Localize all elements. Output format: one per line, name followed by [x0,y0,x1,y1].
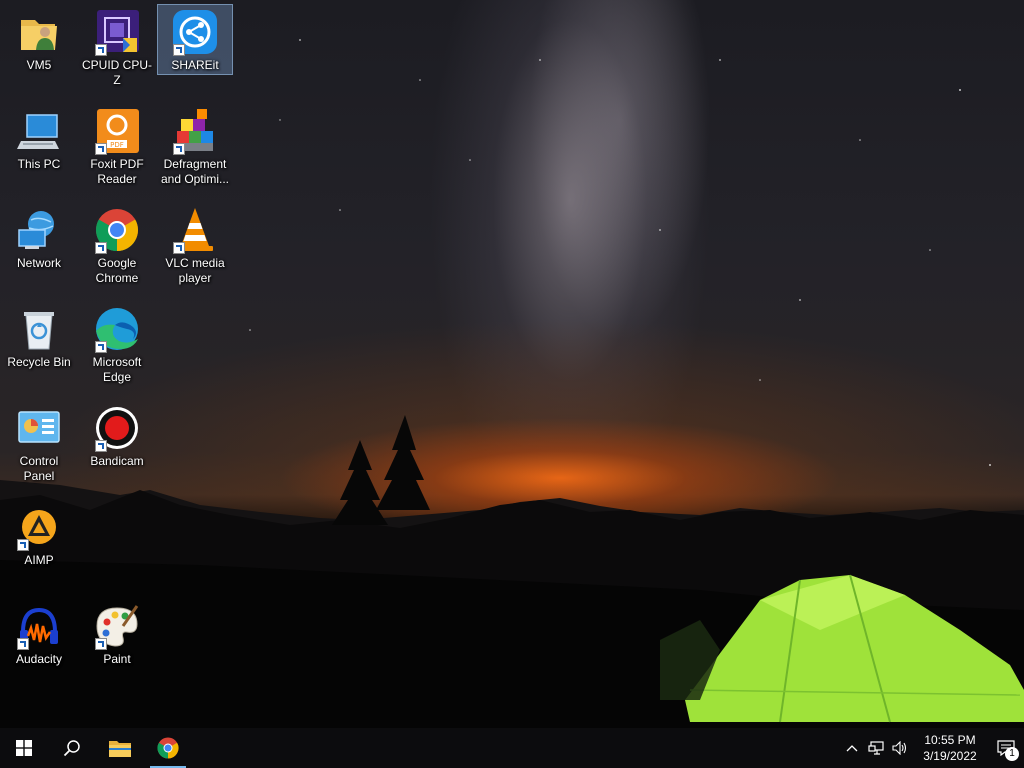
desktop-icon-network[interactable]: Network [1,202,77,292]
shortcut-arrow-icon [95,638,107,650]
icon-label: Paint [103,652,131,666]
desktop-icon-paint[interactable]: Paint [79,598,155,688]
network-wired-icon [868,741,884,755]
shortcut-arrow-icon [95,242,107,254]
foxit-pdf-icon: PDF [93,107,141,155]
show-hidden-icons-button[interactable] [840,728,864,768]
taskbar: 10:55 PM 3/19/2022 1 [0,728,1024,768]
icon-label: Network [16,256,61,270]
clock-date: 3/19/2022 [923,749,977,763]
desktop-icon-vm5[interactable]: VM5 [1,4,77,94]
desktop-icon-google-chrome[interactable]: Google Chrome [79,202,155,292]
svg-text:PDF: PDF [110,141,124,149]
desktop-icon-this-pc[interactable]: This PC [1,103,77,193]
icon-label: Audacity [15,652,63,666]
icon-label: Defragment and Optimi... [160,157,230,186]
shortcut-arrow-icon [95,143,107,155]
network-globe-icon [15,206,63,254]
vlc-cone-icon [171,206,219,254]
icon-label: Foxit PDF Reader [90,157,144,186]
shortcut-arrow-icon [95,44,107,56]
icon-label: VLC media player [165,256,225,285]
user-folder-icon [15,8,63,56]
action-center-button[interactable]: 1 [988,728,1024,768]
shortcut-arrow-icon [173,44,185,56]
icon-label: AIMP [24,553,54,567]
shortcut-arrow-icon [95,341,107,353]
desktop-icon-vlc[interactable]: VLC media player [157,202,233,292]
desktop-icon-microsoft-edge[interactable]: Microsoft Edge [79,301,155,391]
icon-label: VM5 [26,58,52,72]
aimp-icon [15,503,63,551]
speaker-icon [892,741,907,755]
system-tray: 10:55 PM 3/19/2022 1 [840,728,1024,768]
desktop-icon-shareit[interactable]: SHAREit [157,4,233,75]
start-button[interactable] [0,728,48,768]
icon-label: Microsoft Edge [92,355,142,384]
shareit-icon [171,8,219,56]
search-button[interactable] [48,728,96,768]
computer-icon [15,107,63,155]
file-explorer-icon [109,741,131,757]
desktop-icon-audacity[interactable]: Audacity [1,598,77,688]
shortcut-arrow-icon [173,242,185,254]
edge-icon [93,305,141,353]
paint-palette-icon [93,602,141,650]
desktop-icon-cpuz[interactable]: CPUID CPU-Z [79,4,155,94]
chrome-icon [93,206,141,254]
control-panel-icon [15,404,63,452]
clock[interactable]: 10:55 PM 3/19/2022 [912,732,988,764]
icon-label: Google Chrome [95,256,139,285]
chrome-taskbar-button[interactable] [144,728,192,768]
chevron-up-icon [846,745,858,752]
shortcut-arrow-icon [17,638,29,650]
icon-label: Recycle Bin [7,355,71,369]
shortcut-arrow-icon [95,440,107,452]
volume-button[interactable] [888,728,912,768]
desktop-icon-control-panel[interactable]: Control Panel [1,400,77,490]
defrag-blocks-icon [171,107,219,155]
desktop-icon-bandicam[interactable]: Bandicam [79,400,155,490]
desktop-icon-aimp[interactable]: AIMP [1,499,77,589]
recycle-bin-icon [15,305,63,353]
shortcut-arrow-icon [173,143,185,155]
icon-label: CPUID CPU-Z [81,58,152,87]
chrome-icon [157,737,179,759]
icon-label: Bandicam [90,454,144,468]
desktop-icon-recycle-bin[interactable]: Recycle Bin [1,301,77,391]
file-explorer-button[interactable] [96,728,144,768]
search-icon [63,740,80,757]
icon-label: This PC [17,157,61,171]
audacity-icon [15,602,63,650]
notification-count-badge: 1 [1005,747,1019,761]
cpuz-chip-icon [93,8,141,56]
desktop-icon-defragment[interactable]: Defragment and Optimi... [157,103,233,193]
desktop-icon-foxit[interactable]: PDF Foxit PDF Reader [79,103,155,193]
bandicam-record-icon [93,404,141,452]
icon-label: Control Panel [19,454,59,483]
clock-time: 10:55 PM [924,733,976,747]
shortcut-arrow-icon [17,539,29,551]
icon-label: SHAREit [171,58,219,72]
network-status-button[interactable] [864,728,888,768]
windows-logo-icon [16,740,32,756]
